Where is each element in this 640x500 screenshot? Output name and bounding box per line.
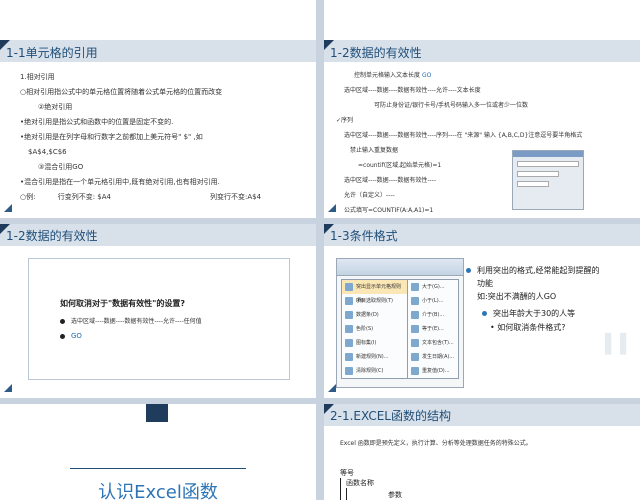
bullet-icon bbox=[482, 311, 487, 316]
example-right: 列变行不变:A$4 bbox=[210, 193, 262, 201]
line-relative-desc: ○相对引用指公式中的单元格位置将随着公式单元格的位置而改变 bbox=[20, 88, 223, 96]
dot-icon: • bbox=[490, 323, 495, 332]
menu-item[interactable]: 色阶(S) bbox=[342, 322, 408, 336]
bottom-corner-icon bbox=[4, 204, 12, 212]
question: 如何取消对于"数据有效性"的设置? bbox=[60, 299, 185, 308]
example-line: 如:突出不满酬的人GO bbox=[477, 292, 557, 301]
bottom-corner-icon bbox=[328, 204, 336, 212]
menu-item[interactable]: 数据条(D) bbox=[342, 308, 408, 322]
submenu-item[interactable]: 发生日期(A)... bbox=[408, 350, 458, 364]
line-absolute-ref: ②绝对引用 bbox=[38, 103, 73, 111]
accent-square-dark bbox=[146, 404, 168, 422]
line-absolute-desc-2: •绝对引用是在列字母和行数字之前都加上美元符号" $" ,如 bbox=[20, 133, 203, 141]
menu-item[interactable]: 项目选取规则(T) bbox=[342, 294, 408, 308]
line-prevent: 可防止身份证/银行卡号/手机号码输入多一位或者少一位数 bbox=[374, 102, 529, 109]
slide-title: 1-1单元格的引用 bbox=[6, 46, 98, 60]
menu-item[interactable]: 图标集(I) bbox=[342, 336, 408, 350]
slide-data-validation[interactable]: 1-2数据的有效性 控制单元格输入文本长度 GO 选中区域----数据----数… bbox=[324, 0, 640, 218]
corner-decoration bbox=[0, 40, 10, 50]
corner-decoration bbox=[324, 40, 334, 50]
example-label: ○例: bbox=[20, 193, 36, 201]
bullet-icon bbox=[60, 333, 65, 339]
bullet-1-text-cont: 功能 bbox=[477, 279, 493, 288]
bullet-icon bbox=[466, 268, 471, 273]
text-length-label: 控制单元格输入文本长度 bbox=[354, 72, 421, 79]
sub-bullet-1: 突出年龄大于30的人等 bbox=[482, 308, 575, 319]
bottom-corner-icon bbox=[4, 384, 12, 392]
submenu-item[interactable]: 文本包含(T)... bbox=[408, 336, 458, 350]
label-function-name: 函数名称 bbox=[346, 479, 374, 487]
menu-item[interactable]: 新建规则(N)... bbox=[342, 350, 408, 364]
line-mixed-desc: •混合引用是指在一个单元格引用中,既有绝对引用,也有相对引用. bbox=[20, 178, 220, 186]
sub-menu: 大于(G)... 小于(L)... 介于(B)... 等于(E)... 文本包含… bbox=[407, 279, 459, 379]
ribbon-strip bbox=[337, 259, 463, 276]
label-equals: 等号 bbox=[340, 469, 354, 477]
structure-diagram: 等号 函数名称 参数 bbox=[340, 468, 460, 500]
slide-function-structure[interactable]: 2-1.EXCEL函数的结构 Excel 函数即是预先定义，执行计算、分析等处理… bbox=[324, 404, 640, 500]
bullet-1-text: 利用突出的格式,经常能起到提醒的 bbox=[477, 266, 600, 275]
line-text-length: 控制单元格输入文本长度 GO bbox=[344, 68, 582, 83]
quote-mark-decoration: " bbox=[597, 317, 634, 399]
line-sequence: ✓序列 bbox=[336, 117, 354, 124]
go-link[interactable]: GO bbox=[71, 332, 82, 340]
top-dark-bar bbox=[170, 0, 316, 28]
slide-cell-reference[interactable]: 1-1单元格的引用 1.相对引用 ○相对引用指公式中的单元格位置将随着公式单元格… bbox=[0, 0, 316, 218]
bullet-icon bbox=[60, 319, 65, 324]
go-link[interactable]: GO bbox=[422, 72, 431, 79]
line-function-name bbox=[346, 488, 347, 500]
item-1-text: 选中区域----数据----数据有效性----允许----任何值 bbox=[71, 318, 202, 325]
slide-title: 1-2数据的有效性 bbox=[330, 46, 422, 60]
line-steps-2: 选中区域----数据----数据有效性----序列----在 "来源" 输入 {… bbox=[344, 132, 583, 139]
menu-item[interactable]: 清除规则(C) bbox=[342, 364, 408, 378]
conditional-format-menu-screenshot: 突出显示单元格规则(H) 项目选取规则(T) 数据条(D) 色阶(S) 图标集(… bbox=[336, 258, 464, 388]
line-relative-ref: 1.相对引用 bbox=[20, 73, 55, 81]
divider-line bbox=[70, 468, 246, 469]
slide-cancel-validation[interactable]: 1-2数据的有效性 如何取消对于"数据有效性"的设置? 选中区域----数据--… bbox=[0, 224, 316, 398]
line-mixed-ref[interactable]: ③混合引用GO bbox=[20, 160, 222, 175]
submenu-item[interactable]: 等于(E)... bbox=[408, 322, 458, 336]
sub-bullet-1-text: 突出年龄大于30的人等 bbox=[493, 309, 576, 318]
submenu-item[interactable]: 小于(L)... bbox=[408, 294, 458, 308]
line-steps-1: 选中区域----数据----数据有效性----允许----文本长度 bbox=[344, 87, 481, 94]
item-2: GO bbox=[60, 332, 82, 340]
slide-title: 1-2数据的有效性 bbox=[6, 229, 98, 243]
slide-title: 2-1.EXCEL函数的结构 bbox=[330, 409, 451, 423]
line-absolute-example: $A$4,$C$6 bbox=[28, 148, 67, 156]
section-title: 认识Excel函数 bbox=[98, 482, 218, 500]
sub-bullet-2-text: 如何取消条件格式? bbox=[497, 323, 566, 332]
item-1: 选中区域----数据----数据有效性----允许----任何值 bbox=[60, 316, 202, 325]
corner-decoration bbox=[0, 224, 10, 234]
line-absolute-desc-1: •绝对引用是指公式和函数中的位置是固定不变的. bbox=[20, 118, 174, 126]
validation-dialog-screenshot bbox=[512, 150, 584, 210]
corner-decoration bbox=[324, 224, 334, 234]
menu-item[interactable]: 突出显示单元格规则(H) bbox=[342, 280, 408, 304]
main-menu: 突出显示单元格规则(H) 项目选取规则(T) 数据条(D) 色阶(S) 图标集(… bbox=[341, 279, 409, 379]
slide-conditional-format[interactable]: 1-3条件格式 突出显示单元格规则(H) 项目选取规则(T) 数据条(D) 色阶… bbox=[324, 224, 640, 398]
corner-decoration bbox=[324, 404, 334, 414]
line-example: ○例: 行变列不变: $A4 列变行不变:A$4 bbox=[20, 190, 261, 205]
slide-body: 1.相对引用 ○相对引用指公式中的单元格位置将随着公式单元格的位置而改变 ②绝对… bbox=[20, 70, 261, 205]
submenu-item[interactable]: 重复值(D)... bbox=[408, 364, 458, 378]
submenu-item[interactable]: 介于(B)... bbox=[408, 308, 458, 322]
description: Excel 函数即是预先定义，执行计算、分析等处理数据任务的特殊公式。 bbox=[340, 440, 532, 447]
example-left: 行变列不变: $A4 bbox=[57, 193, 111, 201]
submenu-item[interactable]: 大于(G)... bbox=[408, 280, 458, 294]
label-params: 参数 bbox=[388, 491, 402, 499]
bottom-corner-icon bbox=[328, 384, 336, 392]
bullet-1: 利用突出的格式,经常能起到提醒的 功能 如:突出不满酬的人GO bbox=[466, 264, 600, 303]
slide-section-title[interactable]: 认识Excel函数 bbox=[0, 404, 316, 500]
sub-bullet-2: • 如何取消条件格式? bbox=[490, 322, 566, 333]
slide-title: 1-3条件格式 bbox=[330, 229, 398, 243]
line-equals bbox=[340, 478, 341, 500]
